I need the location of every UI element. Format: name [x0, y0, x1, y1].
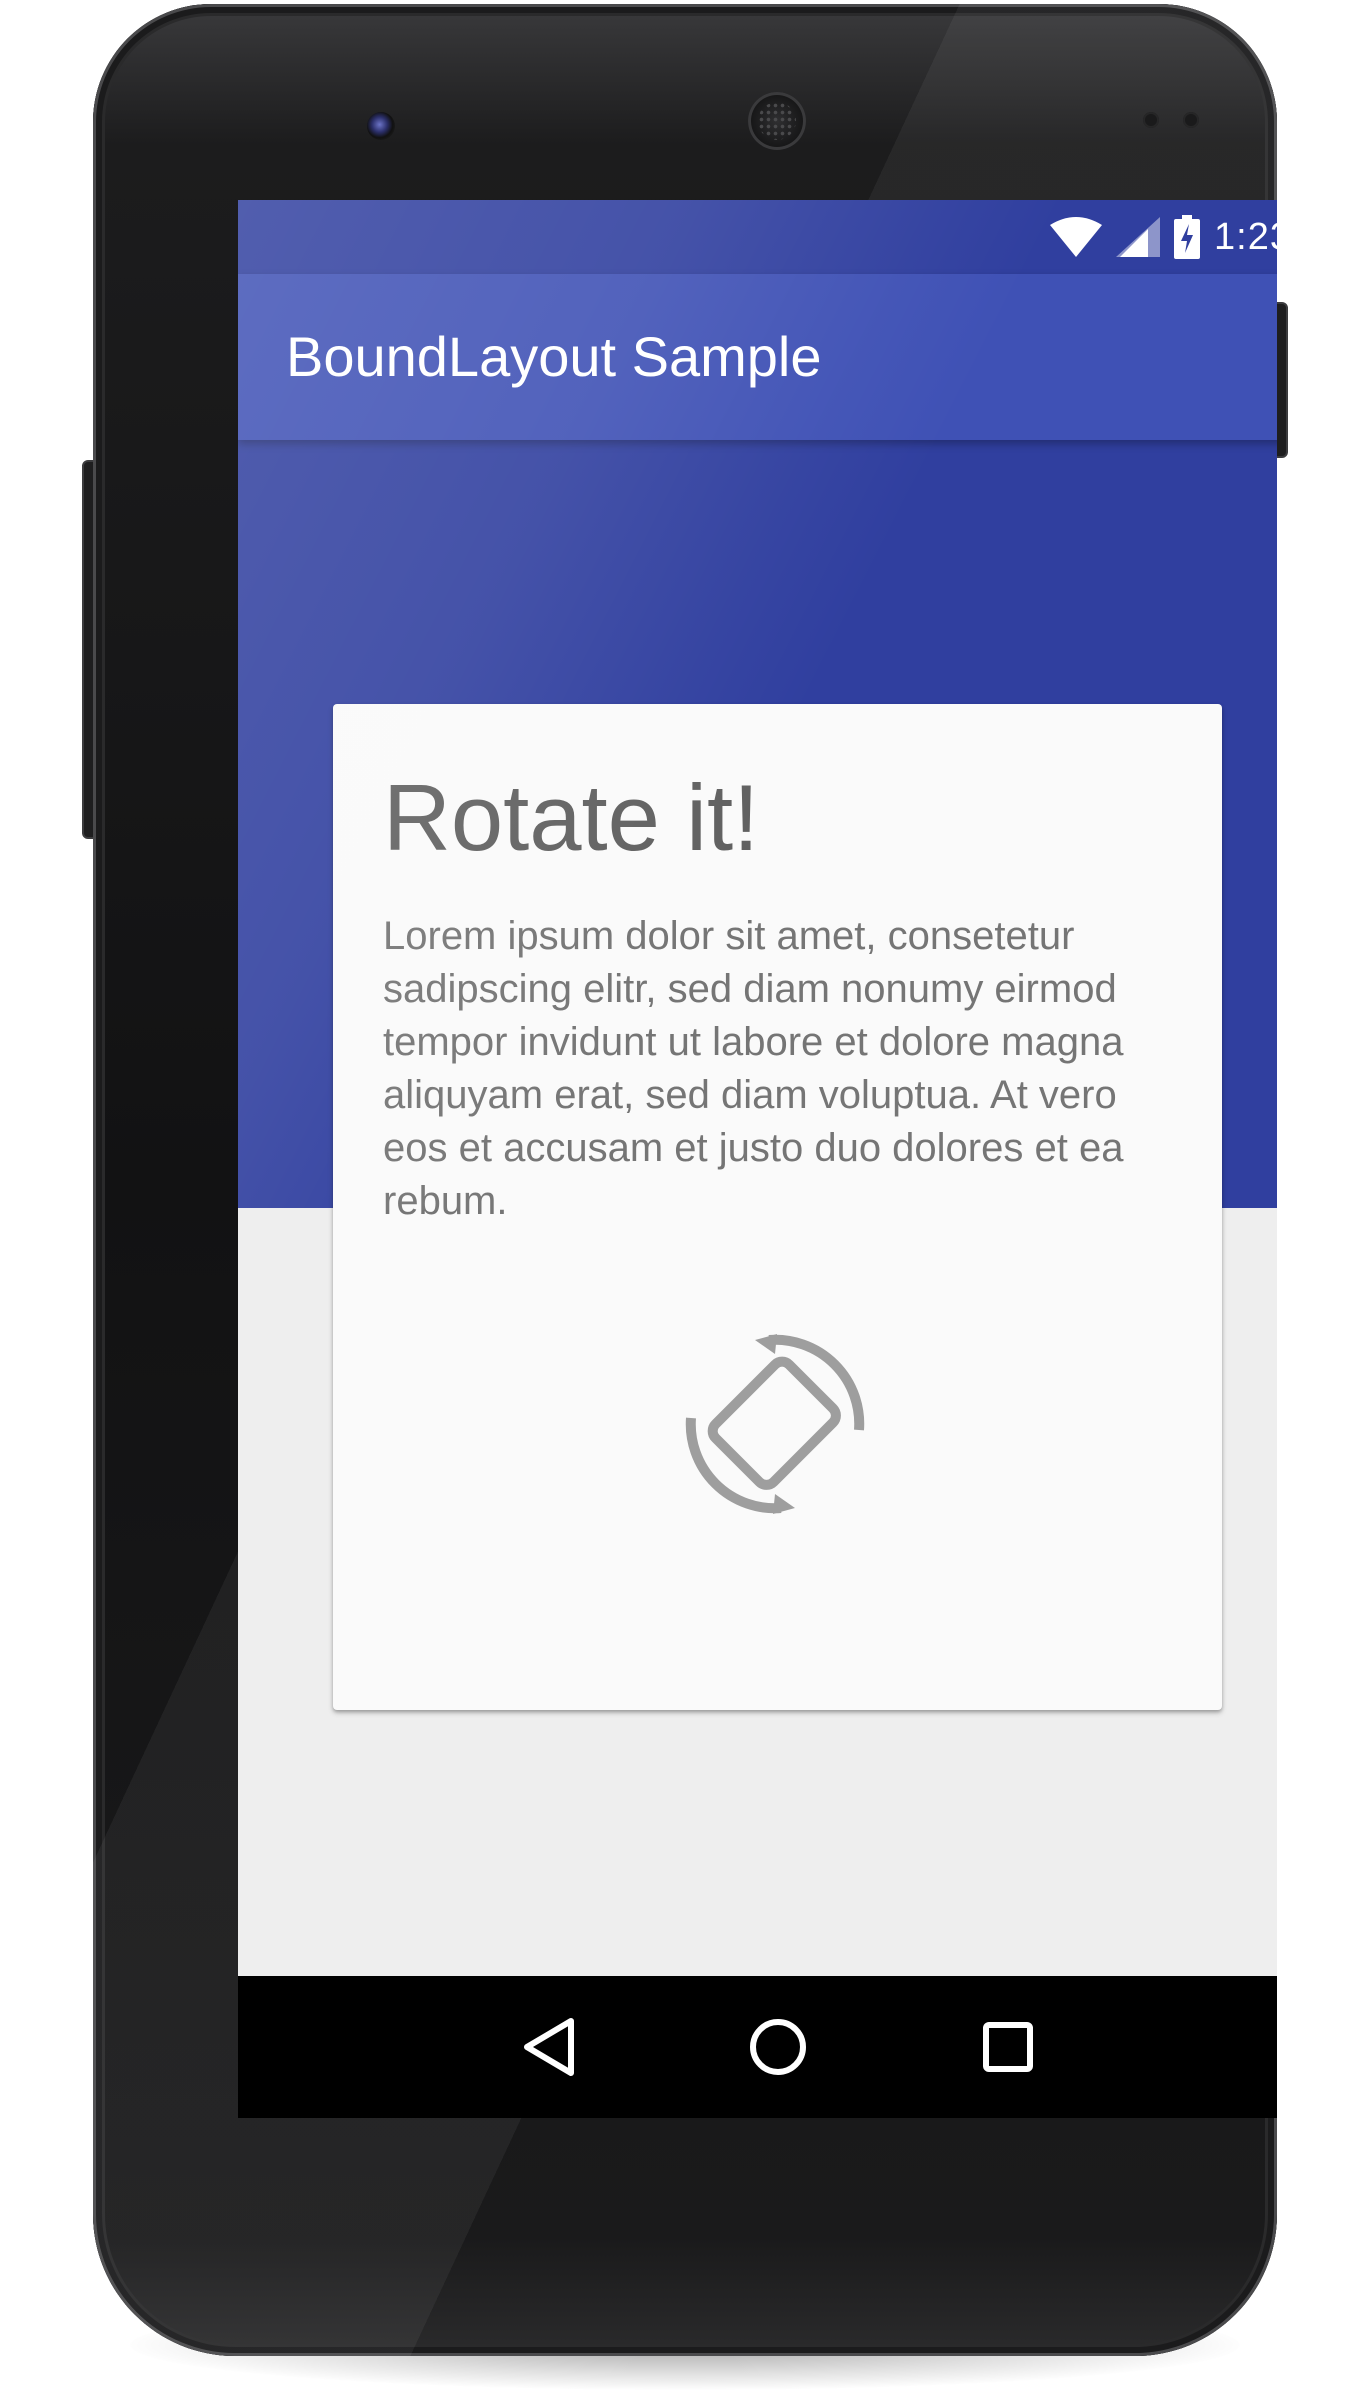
- card-title: Rotate it!: [383, 765, 760, 870]
- back-icon: [524, 2018, 574, 2076]
- navigation-bar: [238, 1976, 1277, 2118]
- front-camera: [367, 112, 395, 140]
- battery-charging-icon: [1174, 215, 1201, 259]
- cell-signal-icon: [1116, 217, 1161, 257]
- earpiece-speaker: [748, 92, 806, 150]
- light-sensor: [1183, 112, 1199, 128]
- wifi-icon: [1050, 217, 1103, 257]
- status-icons: 1:23: [1050, 200, 1277, 274]
- status-bar: 1:23: [238, 200, 1277, 274]
- screen-rotation-icon: [685, 1334, 865, 1514]
- app-bar: BoundLayout Sample: [238, 274, 1277, 440]
- screen: 1:23 BoundLayout Sample Rotate it! Lorem…: [238, 200, 1277, 2118]
- phone-frame: 1:23 BoundLayout Sample Rotate it! Lorem…: [93, 4, 1277, 2356]
- status-time: 1:23: [1214, 215, 1277, 258]
- home-button[interactable]: [708, 1976, 848, 2118]
- recents-icon: [983, 2022, 1033, 2072]
- app-title: BoundLayout Sample: [286, 325, 822, 388]
- recents-button[interactable]: [938, 1976, 1078, 2118]
- back-button[interactable]: [480, 1976, 620, 2118]
- home-icon: [750, 2019, 806, 2075]
- proximity-sensor: [1143, 112, 1159, 128]
- card-body-text: Lorem ipsum dolor sit amet, consetetur s…: [383, 914, 1124, 1223]
- content-card: Rotate it! Lorem ipsum dolor sit amet, c…: [333, 704, 1222, 1710]
